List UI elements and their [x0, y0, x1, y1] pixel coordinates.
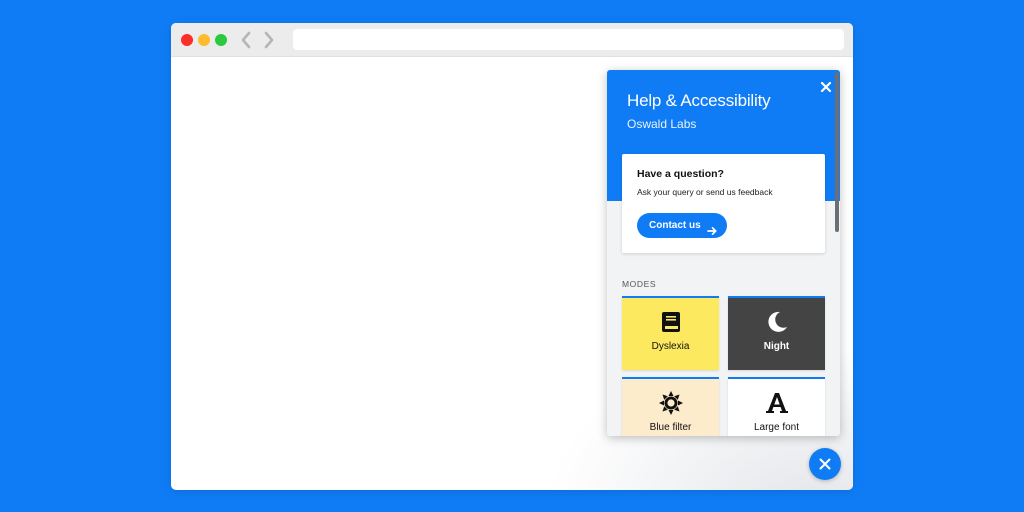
back-arrow-icon[interactable]: [238, 30, 254, 50]
minimize-window-button[interactable]: [198, 34, 210, 46]
mode-large-font[interactable]: Large font: [728, 377, 825, 436]
toggle-accessibility-button[interactable]: [809, 448, 841, 480]
book-icon: [659, 310, 683, 334]
mode-blue-filter[interactable]: Blue filter: [622, 377, 719, 436]
browser-titlebar: [171, 23, 853, 57]
question-card: Have a question? Ask your query or send …: [622, 154, 825, 253]
mode-night[interactable]: Night: [728, 296, 825, 370]
panel-subtitle: Oswald Labs: [627, 117, 697, 131]
question-card-title: Have a question?: [637, 168, 724, 180]
letter-a-icon: [765, 391, 789, 415]
sun-icon: [659, 391, 683, 415]
mode-large-font-label: Large font: [753, 422, 800, 433]
maximize-window-button[interactable]: [215, 34, 227, 46]
contact-us-label: Contact us: [649, 220, 701, 231]
address-bar[interactable]: [293, 29, 844, 50]
mode-dyslexia[interactable]: Dyslexia: [622, 296, 719, 370]
modes-heading: MODES: [622, 279, 657, 289]
mode-blue-filter-label: Blue filter: [649, 422, 692, 433]
close-window-button[interactable]: [181, 34, 193, 46]
panel-title: Help & Accessibility: [627, 91, 771, 110]
close-icon: [819, 458, 831, 470]
close-icon[interactable]: [819, 80, 833, 94]
question-card-text: Ask your query or send us feedback: [637, 187, 773, 197]
mode-dyslexia-label: Dyslexia: [651, 341, 690, 352]
moon-icon: [765, 310, 789, 334]
accessibility-panel: Help & Accessibility Oswald Labs Have a …: [607, 70, 840, 436]
forward-arrow-icon[interactable]: [261, 30, 277, 50]
panel-scrollbar-thumb[interactable]: [835, 72, 839, 232]
contact-us-button[interactable]: Contact us: [637, 213, 727, 238]
mode-night-label: Night: [763, 341, 790, 352]
arrow-right-icon: [707, 221, 717, 236]
